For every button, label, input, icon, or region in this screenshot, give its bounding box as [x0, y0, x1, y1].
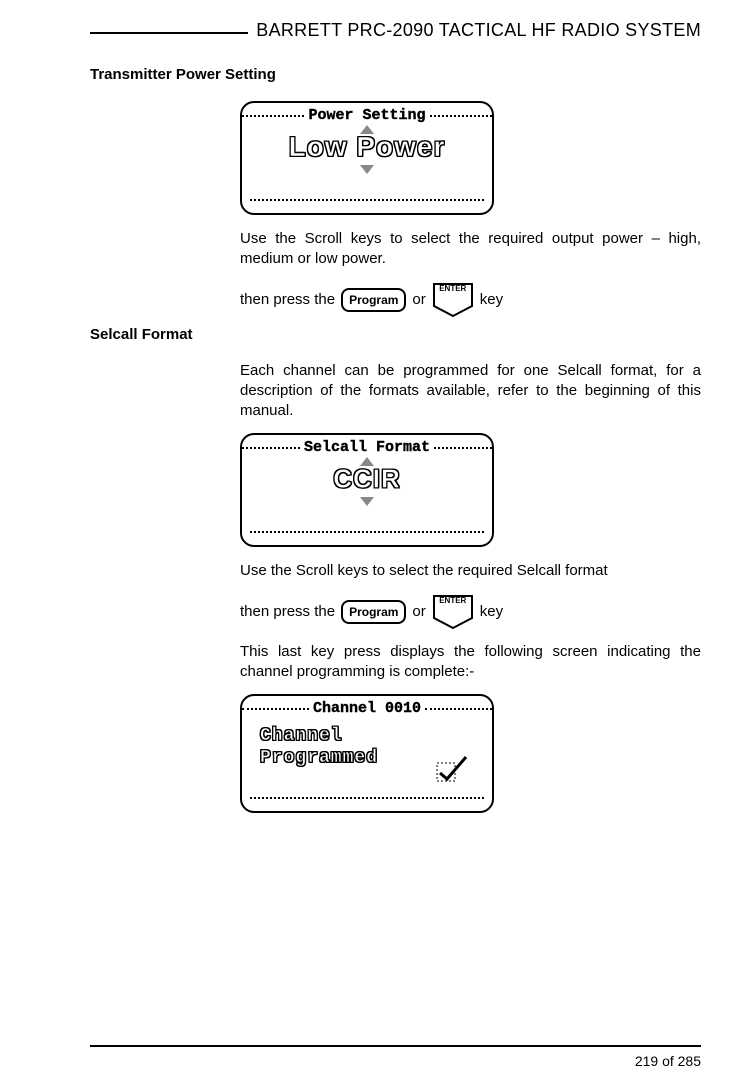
enter-key-label: ENTER: [432, 284, 474, 293]
program-key[interactable]: Program: [341, 288, 406, 312]
text-power-instruction: Use the Scroll keys to select the requir…: [240, 229, 701, 270]
header-bar: BARRETT PRC-2090 TACTICAL HF RADIO SYSTE…: [90, 20, 701, 48]
keypress-row-1: then press the Program or ENTER key: [240, 282, 701, 318]
lcd-channel-programmed: Channel 0010 Channel Programmed: [240, 694, 494, 813]
enter-key-label: ENTER: [432, 596, 474, 605]
section-title-power: Transmitter Power Setting: [90, 66, 701, 83]
text: then press the: [240, 603, 335, 620]
enter-key[interactable]: ENTER: [432, 594, 474, 630]
text: key: [480, 291, 503, 308]
lcd-label: Selcall Format: [300, 439, 434, 456]
arrow-down-icon: [360, 497, 374, 506]
program-key[interactable]: Program: [341, 600, 406, 624]
enter-key[interactable]: ENTER: [432, 282, 474, 318]
text: key: [480, 603, 503, 620]
lcd-value: CCIR: [333, 464, 401, 495]
lcd-line2: Programmed: [260, 748, 378, 770]
lcd-selcall-format: Selcall Format CCIR: [240, 433, 494, 547]
arrow-down-icon: [360, 165, 374, 174]
text-selcall-intro: Each channel can be programmed for one S…: [240, 361, 701, 422]
text: or: [412, 603, 425, 620]
lcd-label: Channel 0010: [309, 700, 425, 717]
checkmark-icon: [436, 753, 470, 783]
lcd-line1: Channel: [260, 726, 378, 748]
text: or: [412, 291, 425, 308]
lcd-value: Low Power: [289, 131, 446, 163]
lcd-power-setting: Power Setting Low Power: [240, 101, 494, 215]
page-number: 219 of 285: [635, 1053, 701, 1069]
footer-rule: [90, 1045, 701, 1047]
lcd-bottom-line: [250, 531, 484, 533]
header-title: BARRETT PRC-2090 TACTICAL HF RADIO SYSTE…: [248, 20, 701, 41]
lcd-bottom-line: [250, 797, 484, 799]
text-lastkey: This last key press displays the followi…: [240, 642, 701, 683]
lcd-text-block: Channel Programmed: [260, 726, 378, 769]
lcd-bottom-line: [250, 199, 484, 201]
text-selcall-scroll: Use the Scroll keys to select the requir…: [240, 561, 701, 581]
text: then press the: [240, 291, 335, 308]
lcd-label: Power Setting: [304, 107, 429, 124]
keypress-row-2: then press the Program or ENTER key: [240, 594, 701, 630]
section-title-selcall: Selcall Format: [90, 326, 701, 343]
